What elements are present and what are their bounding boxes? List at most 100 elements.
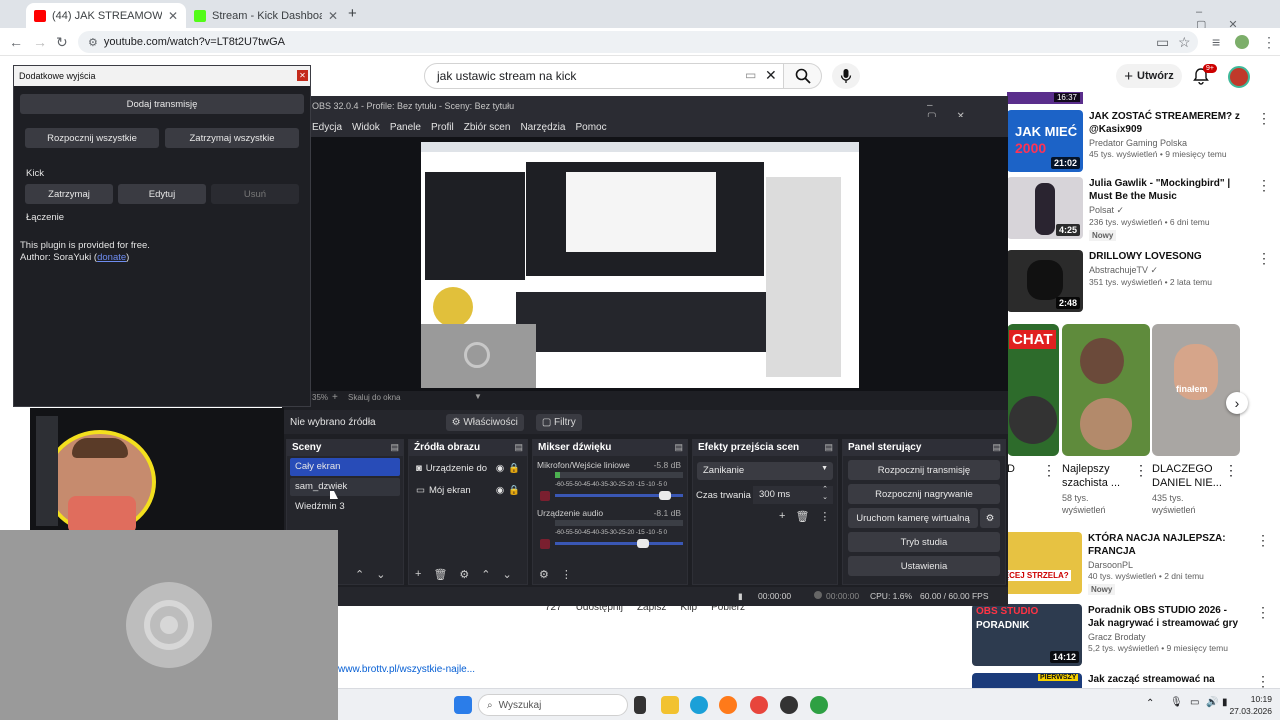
channel-name[interactable]: Predator Gaming Polska: [1089, 138, 1254, 148]
notifications-button[interactable]: 9+: [1192, 64, 1217, 85]
add-stream-button[interactable]: Dodaj transmisję: [20, 94, 304, 114]
start-streaming-button[interactable]: Rozpocznij transmisję: [848, 460, 1000, 480]
visibility-eye-icon[interactable]: ◉: [496, 463, 504, 474]
recommendation-item[interactable]: OBS STUDIO PORADNIK 14:12 Poradnik OBS S…: [972, 604, 1272, 668]
transition-menu-icon[interactable]: ⋮: [819, 510, 830, 523]
undock-icon[interactable]: ▤: [674, 442, 683, 453]
duration-spinbox[interactable]: 300 ms ⌃ ⌄: [753, 486, 833, 504]
source-item[interactable]: ▭ Mój ekran ◉ 🔒: [412, 480, 524, 500]
mixer-menu-icon[interactable]: ⋮: [561, 568, 572, 581]
video-title[interactable]: KTÓRA NACJA NAJLEPSZA: FRANCJA: [1088, 532, 1238, 558]
remove-source-icon[interactable]: 🗑: [433, 568, 447, 581]
battery-tray-icon[interactable]: ▮: [1222, 697, 1228, 708]
video-title[interactable]: Jak zacząć streamować na: [1088, 673, 1238, 686]
mixer-settings-icon[interactable]: ⚙: [539, 568, 549, 581]
source-item[interactable]: ◙ Urządzenie do ◉ 🔒: [412, 458, 524, 478]
keyboard-icon[interactable]: ▭: [745, 68, 756, 82]
channel-name[interactable]: Polsat: [1089, 205, 1114, 215]
filters-button[interactable]: ▢ Filtry: [535, 413, 582, 431]
video-title[interactable]: Poradnik OBS STUDIO 2026 - Jak nagrywać …: [1088, 604, 1243, 630]
stop-all-button[interactable]: Zatrzymaj wszystkie: [165, 128, 299, 148]
menu-view[interactable]: Widok: [352, 122, 380, 133]
volume-slider-knob[interactable]: [637, 539, 650, 548]
menu-tools[interactable]: Narzędzia: [520, 122, 565, 133]
more-options-icon[interactable]: ⋮: [1256, 532, 1270, 549]
properties-button[interactable]: ⚙ Właściwości: [445, 413, 524, 431]
recommendation-item[interactable]: 4:25 Julia Gawlik - "Mockingbird" | Must…: [1007, 177, 1277, 241]
bookmark-star-icon[interactable]: ☆: [1178, 34, 1191, 51]
menu-help[interactable]: Pomoc: [575, 122, 606, 133]
tray-chevron-icon[interactable]: ⌃: [1146, 698, 1154, 709]
undock-icon[interactable]: ▤: [824, 442, 833, 453]
scene-item[interactable]: Cały ekran: [290, 458, 400, 476]
short-info[interactable]: D: [1007, 462, 1015, 476]
taskbar-search[interactable]: ⌕ Wyszukaj: [478, 694, 628, 716]
more-options-icon[interactable]: ⋮: [1257, 250, 1271, 267]
video-title[interactable]: JAK ZOSTAĆ STREAMEREM? z @Kasix909: [1089, 110, 1254, 136]
obs-icon[interactable]: [780, 696, 798, 714]
start-icon[interactable]: [454, 696, 472, 714]
description-link[interactable]: www.brottv.pl/wszystkie-najle...: [338, 664, 475, 675]
start-all-button[interactable]: Rozpocznij wszystkie: [25, 128, 159, 148]
url-field[interactable]: ⚙ youtube.com/watch?v=LT8t2U7twGA: [78, 31, 1198, 53]
task-view-icon[interactable]: [634, 696, 646, 714]
file-explorer-icon[interactable]: [661, 696, 679, 714]
next-arrow-icon[interactable]: ›: [1226, 392, 1248, 414]
recommendation-item[interactable]: PIERWSZY Jak zacząć streamować na ⋮: [972, 673, 1272, 688]
create-button[interactable]: + Utwórz: [1116, 64, 1182, 88]
network-tray-icon[interactable]: ▭: [1190, 697, 1199, 708]
clear-search-icon[interactable]: ✕: [765, 67, 777, 84]
video-title[interactable]: DRILLOWY LOVESONG: [1089, 250, 1254, 263]
mute-icon[interactable]: [540, 539, 550, 549]
youtube-search-input[interactable]: jak ustawic stream na kick ▭ ✕: [424, 63, 784, 89]
short-info[interactable]: Najlepszy szachista ... 58 tys. wyświetl…: [1062, 462, 1132, 516]
edit-button[interactable]: Edytuj: [118, 184, 206, 204]
start-recording-button[interactable]: Rozpocznij nagrywanie: [848, 484, 1000, 504]
reload-icon[interactable]: ↻: [56, 34, 68, 51]
virtual-camera-button[interactable]: Uruchom kamerę wirtualną: [848, 508, 978, 528]
forward-icon[interactable]: →: [33, 34, 47, 50]
channel-name[interactable]: AbstrachujeTV: [1089, 265, 1148, 275]
more-options-icon[interactable]: ⋮: [1256, 604, 1270, 621]
back-icon[interactable]: ←: [9, 34, 23, 50]
short-info[interactable]: DLACZEGO DANIEL NIE... 435 tys. wyświetl…: [1152, 462, 1222, 516]
video-thumbnail[interactable]: 2:48: [1007, 250, 1083, 312]
more-options-icon[interactable]: ⋮: [1042, 462, 1056, 479]
short-thumbnail[interactable]: CHAT: [1007, 324, 1059, 456]
volume-slider[interactable]: [555, 539, 683, 548]
reading-list-icon[interactable]: ≡: [1212, 34, 1220, 50]
short-thumbnail[interactable]: finałem: [1152, 324, 1240, 456]
volume-slider-knob[interactable]: [659, 491, 672, 500]
undock-icon[interactable]: ▤: [390, 442, 399, 453]
recommendation-thumbnail-partial[interactable]: 16:37: [1007, 92, 1083, 104]
tab-youtube[interactable]: (44) JAK STREAMOWAĆ NA KICK ✕: [26, 3, 186, 28]
close-icon[interactable]: ✕: [297, 70, 308, 81]
close-tab-icon[interactable]: ✕: [168, 9, 178, 23]
tab-kick[interactable]: Stream - Kick Dashboard ✕: [186, 3, 346, 28]
video-thumbnail[interactable]: PIERWSZY: [972, 673, 1082, 688]
zoom-plus-icon[interactable]: +: [332, 392, 338, 403]
avatar[interactable]: [1228, 66, 1250, 88]
lock-icon[interactable]: 🔒: [508, 485, 520, 496]
more-options-icon[interactable]: ⋮: [1224, 462, 1238, 479]
move-down-icon[interactable]: ⌄: [503, 568, 512, 581]
volume-slider[interactable]: [555, 491, 683, 500]
cast-icon[interactable]: ▭: [1156, 34, 1169, 51]
video-thumbnail[interactable]: JAK MIEĆ 2000 21:02: [1007, 110, 1083, 172]
donate-link[interactable]: donate: [97, 252, 126, 263]
short-thumbnail[interactable]: [1062, 324, 1150, 456]
channel-name[interactable]: DarsoonPL: [1088, 560, 1238, 570]
zoom-mode[interactable]: Skaluj do okna: [348, 393, 400, 402]
obs-preview[interactable]: [282, 137, 1008, 391]
recommendation-item[interactable]: JAK MIEĆ 2000 21:02 JAK ZOSTAĆ STREAMERE…: [1007, 110, 1277, 174]
move-up-icon[interactable]: ⌃: [355, 568, 364, 581]
scene-item[interactable]: sam_dzwiek: [290, 478, 400, 496]
firefox-icon[interactable]: [719, 696, 737, 714]
add-transition-icon[interactable]: +: [779, 510, 785, 523]
mute-icon[interactable]: [540, 491, 550, 501]
more-options-icon[interactable]: ⋮: [1257, 110, 1271, 127]
menu-scene-collection[interactable]: Zbiór scen: [464, 122, 511, 133]
recommendation-item[interactable]: 2:48 DRILLOWY LOVESONG AbstrachujeTV ✓ 3…: [1007, 250, 1277, 314]
profile-avatar[interactable]: [1235, 35, 1249, 49]
move-up-icon[interactable]: ⌃: [481, 568, 490, 581]
